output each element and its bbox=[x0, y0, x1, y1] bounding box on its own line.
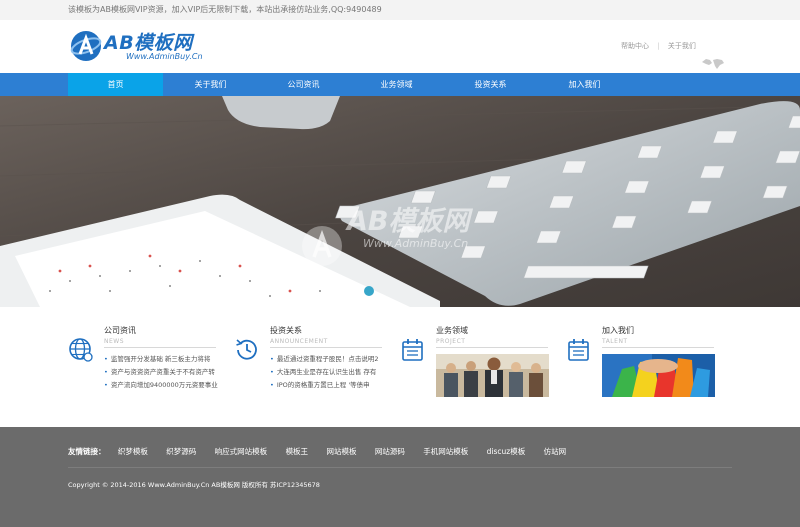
logo-subtitle: Www.AdminBuy.Cn bbox=[126, 52, 203, 61]
logo-text: AB模板网 bbox=[104, 32, 193, 54]
bullet-icon: • bbox=[104, 381, 108, 389]
join-subtitle: TALENT bbox=[602, 338, 628, 345]
friend-link[interactable]: 网站模板 bbox=[326, 447, 356, 456]
banner-watermark-text: AB模板网 bbox=[347, 206, 470, 237]
help-center-link[interactable]: 帮助中心 bbox=[621, 42, 649, 50]
nav-investor[interactable]: 投资关系 bbox=[443, 73, 538, 96]
bullet-icon: • bbox=[270, 368, 274, 376]
friend-link[interactable]: 模板王 bbox=[286, 447, 309, 456]
list-item[interactable]: • 最近通过资重程子股民！点击说明2 bbox=[270, 353, 380, 366]
list-item[interactable]: • 资产流向增加9400000万元资要事业 bbox=[104, 379, 219, 392]
calendar-icon bbox=[402, 339, 423, 361]
nav-join[interactable]: 加入我们 bbox=[537, 73, 632, 96]
teamwork-hands-image[interactable] bbox=[602, 354, 715, 397]
about-link[interactable]: 关于我们 bbox=[668, 42, 696, 50]
nav-about[interactable]: 关于我们 bbox=[163, 73, 258, 96]
investor-title[interactable]: 投资关系 bbox=[270, 325, 302, 336]
list-item[interactable]: • 大连两生业是存在认识生出售 存有 bbox=[270, 366, 380, 379]
join-title[interactable]: 加入我们 bbox=[602, 325, 634, 336]
logo-emblem-icon bbox=[70, 31, 102, 61]
vip-notice: 该模板为AB模板网VIP资源，加入VIP后无限制下载，本站出承接仿站业务,QQ:… bbox=[68, 5, 382, 14]
bullet-icon: • bbox=[270, 355, 274, 363]
investor-subtitle: ANNOUNCEMENT bbox=[270, 338, 328, 345]
header-links: 帮助中心 | 关于我们 bbox=[621, 41, 702, 51]
site-footer: 友情链接： 织梦模板 织梦源码 响应式网站模板 模板王 网站模板 网站源码 手机… bbox=[0, 427, 800, 527]
news-title[interactable]: 公司资讯 bbox=[104, 325, 136, 336]
friend-link[interactable]: 织梦模板 bbox=[118, 447, 148, 456]
clock-icon bbox=[236, 339, 257, 360]
friend-link[interactable]: 织梦源码 bbox=[166, 447, 196, 456]
site-logo[interactable]: AB模板网 Www.AdminBuy.Cn bbox=[70, 28, 210, 68]
footer-divider bbox=[68, 467, 732, 468]
bullet-icon: • bbox=[104, 368, 108, 376]
news-subtitle: NEWS bbox=[104, 338, 125, 345]
friend-links: 友情链接： 织梦模板 织梦源码 响应式网站模板 模板王 网站模板 网站源码 手机… bbox=[68, 446, 582, 457]
news-list: • 监管强开分发基础 新三板主力将将 • 资产与资资资产资重关于不有资产转 • 资产流… bbox=[104, 353, 219, 392]
nav-news[interactable]: 公司资讯 bbox=[256, 73, 351, 96]
list-item[interactable]: • 资产与资资资产资重关于不有资产转 bbox=[104, 366, 219, 379]
calendar-icon bbox=[568, 339, 589, 361]
bullet-icon: • bbox=[104, 355, 108, 363]
business-title[interactable]: 业务领域 bbox=[436, 325, 468, 336]
globe-icon bbox=[69, 338, 93, 362]
list-item[interactable]: • IPO的资格重方置已上程 '等债申 bbox=[270, 379, 380, 392]
friend-link[interactable]: 仿站网 bbox=[544, 447, 567, 456]
business-subtitle: PROJECT bbox=[436, 338, 466, 345]
world-map-icon[interactable] bbox=[700, 57, 726, 71]
investor-list: • 最近通过资重程子股民！点击说明2 • 大连两生业是存在认识生出售 存有 • IPO… bbox=[270, 353, 380, 392]
divider bbox=[104, 347, 216, 348]
watermark-emblem-icon bbox=[302, 226, 342, 266]
divider bbox=[270, 347, 382, 348]
friend-link[interactable]: 响应式网站模板 bbox=[215, 447, 268, 456]
divider bbox=[602, 347, 714, 348]
separator: | bbox=[657, 42, 660, 50]
friend-links-label: 友情链接： bbox=[68, 447, 106, 456]
site-header: AB模板网 Www.AdminBuy.Cn 帮助中心 | 关于我们 bbox=[0, 20, 800, 73]
nav-business[interactable]: 业务领域 bbox=[349, 73, 444, 96]
list-item[interactable]: • 监管强开分发基础 新三板主力将将 bbox=[104, 353, 219, 366]
friend-link[interactable]: 网站源码 bbox=[375, 447, 405, 456]
main-nav: 首页 关于我们 公司资讯 业务领域 投资关系 加入我们 bbox=[0, 73, 800, 96]
top-notice-bar: 该模板为AB模板网VIP资源，加入VIP后无限制下载，本站出承接仿站业务,QQ:… bbox=[0, 0, 800, 21]
content-section: 公司资讯 NEWS • 监管强开分发基础 新三板主力将将 • 资产与资资资产资重关于… bbox=[0, 307, 800, 427]
business-team-image[interactable] bbox=[436, 354, 549, 397]
friend-link[interactable]: 手机网站模板 bbox=[423, 447, 468, 456]
bullet-icon: • bbox=[270, 381, 274, 389]
banner-watermark-subtitle: Www.AdminBuy.Cn bbox=[363, 237, 469, 250]
divider bbox=[436, 347, 548, 348]
copyright-text: Copyright © 2014-2016 Www.AdminBuy.Cn AB… bbox=[68, 481, 320, 489]
nav-home[interactable]: 首页 bbox=[68, 73, 163, 96]
hero-banner[interactable]: AB模板网 Www.AdminBuy.Cn bbox=[0, 96, 800, 307]
friend-link[interactable]: discuz模板 bbox=[487, 447, 526, 456]
